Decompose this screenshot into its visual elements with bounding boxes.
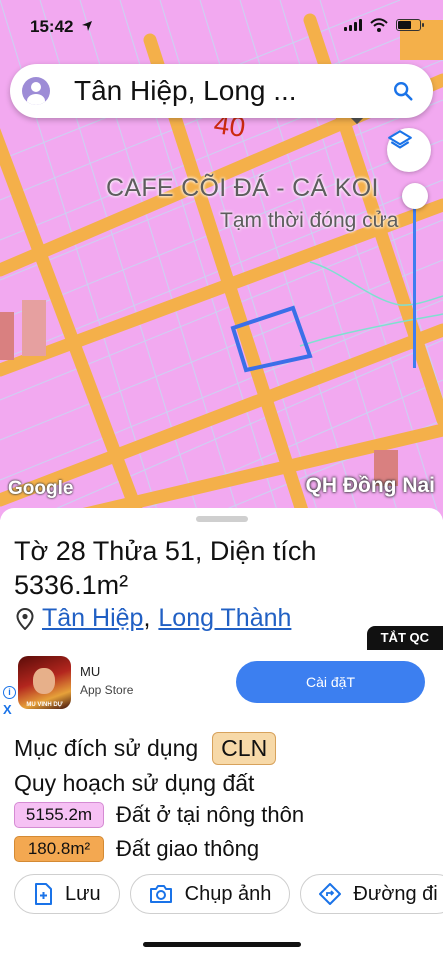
wifi-icon — [370, 18, 388, 32]
ad-app-name: MU — [80, 664, 101, 679]
pin-icon — [16, 607, 34, 630]
location-arrow-icon — [82, 21, 93, 31]
parcel-location: Tân Hiệp , Long Thành — [16, 604, 291, 633]
planning-area-tag: 180.8m² — [14, 836, 104, 862]
overlay-label: QH Đồng Nai — [305, 474, 436, 497]
home-indicator — [143, 942, 301, 947]
ad-app-icon-caption: MU VINH DỰ — [26, 702, 63, 708]
add-bookmark-icon — [35, 883, 52, 905]
camera-icon — [149, 885, 172, 903]
install-button[interactable]: Cài đặT — [236, 661, 425, 703]
planning-area-tag: 5155.2m — [14, 802, 104, 828]
directions-label: Đường đi — [353, 882, 438, 905]
location-commune-link[interactable]: Tân Hiệp — [42, 604, 143, 633]
save-button[interactable]: Lưu — [14, 874, 120, 914]
directions-button[interactable]: Đường đi — [300, 874, 443, 914]
avatar-icon[interactable] — [22, 77, 50, 105]
ad-banner[interactable]: i X MU VINH DỰ MU App Store Cài đặT — [0, 650, 443, 720]
google-logo: Google — [8, 478, 74, 499]
search-icon — [394, 82, 413, 101]
location-separator: , — [143, 604, 151, 632]
layers-button[interactable] — [387, 128, 431, 172]
planning-land-type: Đất ở tại nông thôn — [116, 802, 305, 827]
status-bar: 15:42 — [0, 0, 443, 52]
save-button-label: Lưu — [65, 882, 101, 905]
signal-icon — [344, 19, 362, 31]
directions-icon — [319, 883, 342, 905]
parcel-details-sheet: Tờ 28 Thửa 51, Diện tích 5336.1m² Tân Hi… — [0, 508, 443, 959]
action-buttons: Lưu Chụp ảnh Đường đi — [14, 874, 443, 914]
status-time: 15:42 — [30, 17, 93, 37]
search-bar[interactable]: Tân Hiệp, Long ... — [10, 64, 433, 118]
ad-app-icon[interactable]: MU VINH DỰ — [18, 656, 71, 709]
parcel-title: Tờ 28 Thửa 51, Diện tích 5336.1m² — [14, 536, 317, 600]
take-photo-button[interactable]: Chụp ảnh — [129, 874, 291, 914]
hide-ads-button[interactable]: TẮT QC — [366, 626, 443, 650]
location-district-link[interactable]: Long Thành — [158, 604, 291, 633]
ad-store-name: App Store — [80, 683, 134, 697]
planning-label: Quy hoạch sử dụng đất — [14, 770, 255, 796]
planning-land-type: Đất giao thông — [116, 836, 260, 861]
search-button[interactable] — [383, 71, 423, 111]
land-purpose-label: Mục đích sử dụng — [14, 735, 199, 761]
planning-item: 180.8m² Đất giao thông — [14, 836, 259, 862]
ad-info-icon[interactable]: i — [3, 686, 16, 699]
land-purpose-code: CLN — [212, 732, 277, 765]
status-time-text: 15:42 — [30, 17, 74, 36]
layers-icon — [388, 130, 412, 149]
opacity-slider-thumb[interactable] — [402, 183, 428, 209]
poi-status: Tạm thời đóng cửa — [220, 209, 399, 232]
land-purpose-row: Mục đích sử dụng CLN — [14, 732, 277, 765]
planning-item: 5155.2m Đất ở tại nông thôn — [14, 802, 304, 828]
battery-icon — [396, 19, 424, 31]
search-input[interactable]: Tân Hiệp, Long ... — [74, 75, 383, 107]
sheet-drag-handle[interactable] — [196, 516, 248, 522]
poi-name[interactable]: CAFE CÕI ĐÁ - CÁ KOI — [106, 174, 379, 203]
take-photo-label: Chụp ảnh — [184, 882, 272, 905]
ad-close-icon[interactable]: X — [3, 702, 12, 717]
opacity-slider-track[interactable] — [413, 196, 416, 368]
